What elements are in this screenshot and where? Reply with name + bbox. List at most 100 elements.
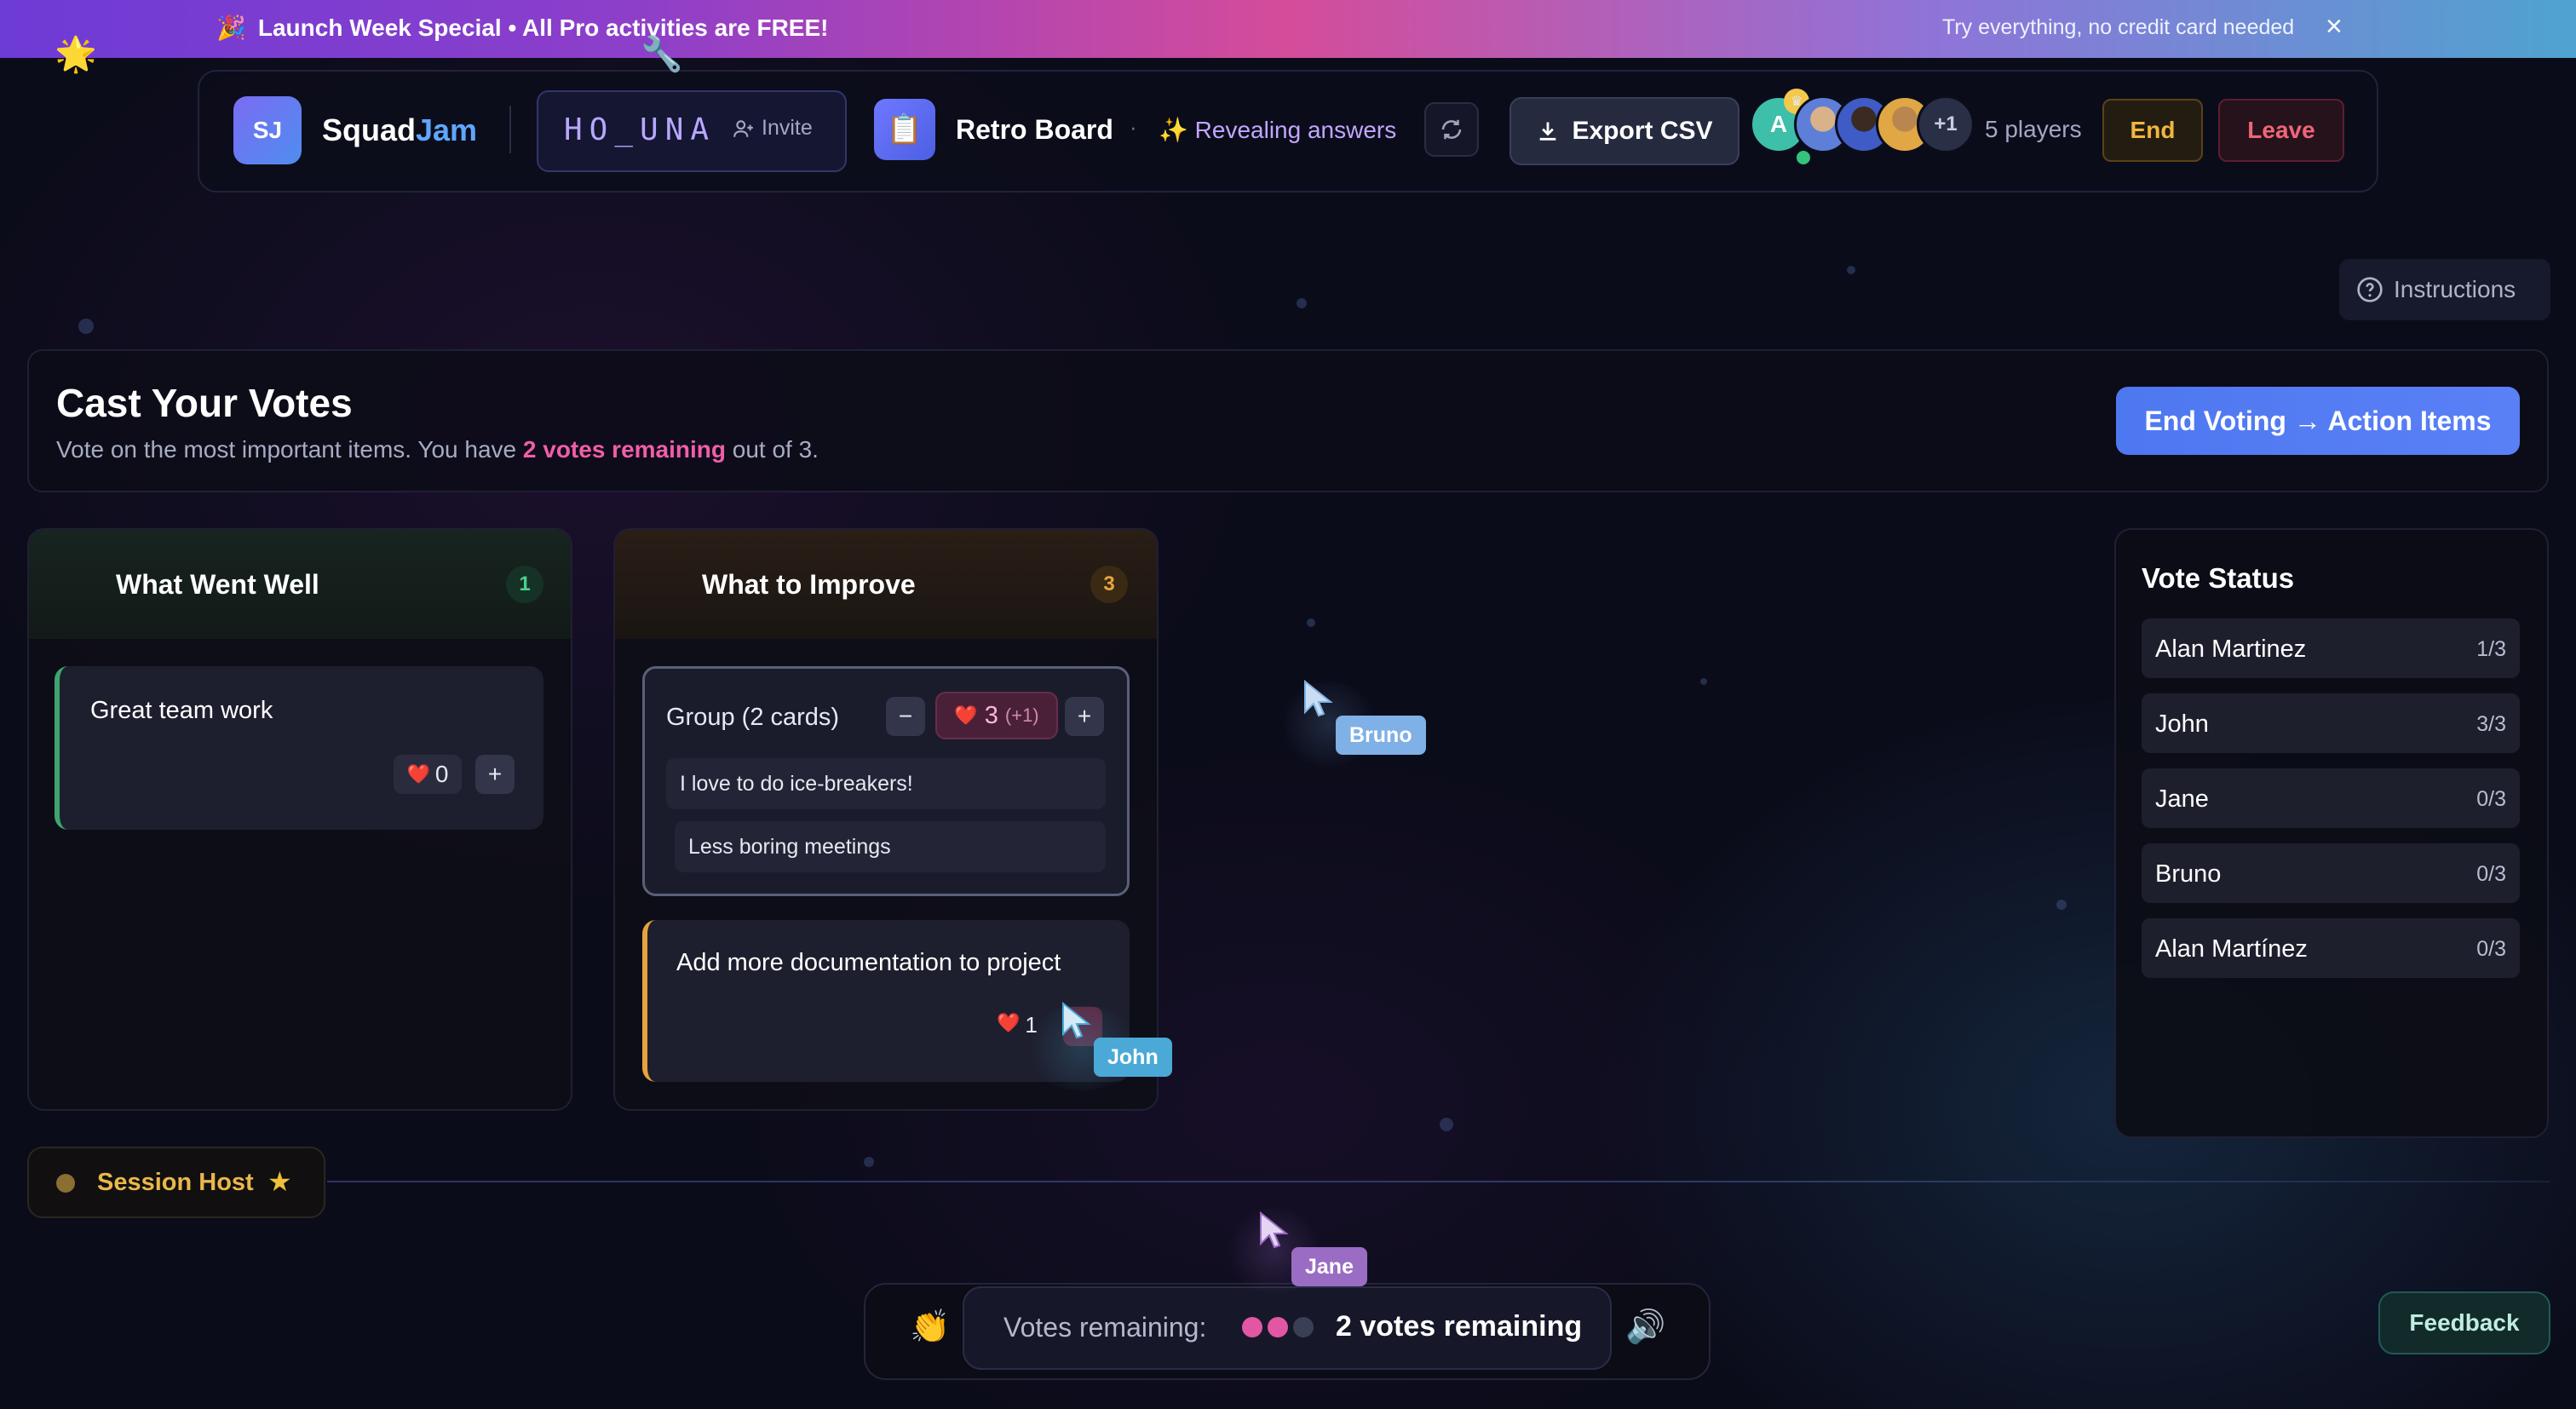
vote-status-title: Vote Status xyxy=(2142,562,2295,594)
player-name: Bruno xyxy=(2155,860,2222,888)
sparkles-icon: ✨ xyxy=(1159,117,1188,143)
wrench-icon: 🔧 xyxy=(641,36,683,73)
brand-part1: Squad xyxy=(322,112,417,147)
add-vote-button[interactable]: + xyxy=(1065,697,1104,736)
bg-dot xyxy=(1700,678,1707,685)
vote-number: 3 xyxy=(984,701,998,729)
votes-remaining-label: Votes remaining: xyxy=(1003,1312,1207,1343)
cursor-pointer-icon xyxy=(1260,1211,1289,1249)
group-item: Less boring meetings xyxy=(675,821,1106,872)
vote-dot-used xyxy=(1268,1317,1288,1337)
player-vote-count: 3/3 xyxy=(2476,712,2506,736)
add-user-icon xyxy=(733,119,753,137)
cursor-label: Jane xyxy=(1291,1247,1367,1286)
invite-button[interactable]: Invite xyxy=(733,116,813,141)
remove-vote-button[interactable]: − xyxy=(886,697,925,736)
group-vote-count: ❤️ 3 (+1) xyxy=(935,692,1058,739)
banner-right-text: Try everything, no credit card needed xyxy=(1942,15,2295,39)
vote-dot-empty xyxy=(1293,1317,1314,1337)
invite-label: Invite xyxy=(762,116,813,140)
brand-part2: Jam xyxy=(416,112,478,147)
subtitle-prefix: Vote on the most important items. You ha… xyxy=(56,436,523,463)
refresh-icon xyxy=(1441,119,1462,140)
speaker-icon[interactable]: 🔊 xyxy=(1625,1308,1665,1346)
board-title: Retro Board xyxy=(956,114,1113,145)
player-name: Alan Martinez xyxy=(2155,635,2307,663)
cursor-pointer-icon xyxy=(1062,1002,1091,1039)
export-csv-button[interactable]: Export CSV xyxy=(1509,97,1739,165)
logo-icon: SJ xyxy=(233,96,302,164)
column-count-badge: 1 xyxy=(506,566,543,603)
heart-icon: ❤️ xyxy=(954,704,978,726)
brand-name: SquadJam xyxy=(322,112,477,148)
add-vote-button[interactable]: + xyxy=(475,755,515,794)
room-code: HO_UNA xyxy=(564,112,716,147)
end-voting-button[interactable]: End Voting → Action Items xyxy=(2116,387,2520,455)
divider xyxy=(509,106,511,153)
player-vote-count: 0/3 xyxy=(2476,937,2506,961)
export-label: Export CSV xyxy=(1572,117,1713,145)
refresh-button[interactable] xyxy=(1424,102,1479,157)
party-icon: 🎉 xyxy=(216,14,246,41)
bg-dot xyxy=(1440,1118,1453,1131)
card-text: Add more documentation to project xyxy=(676,949,1061,976)
group-item: I love to do ice-breakers! xyxy=(666,758,1106,809)
instructions-button[interactable]: Instructions xyxy=(2339,259,2550,320)
phase-text: Revealing answers xyxy=(1194,117,1397,143)
status-row: Alan Martínez 0/3 xyxy=(2142,918,2520,978)
column-title: What Went Well xyxy=(116,569,319,600)
status-row: Bruno 0/3 xyxy=(2142,843,2520,903)
players-count: 5 players xyxy=(1985,116,2082,142)
vote-count: ❤️ 0 xyxy=(394,755,462,794)
heart-icon: ❤️ xyxy=(997,1012,1021,1033)
star-icon: 🌟 xyxy=(55,36,97,73)
votes-remaining-highlight: 2 votes remaining xyxy=(522,436,726,463)
help-icon xyxy=(2357,277,2383,302)
vote-number: 0 xyxy=(434,761,449,787)
card[interactable] xyxy=(55,666,543,830)
status-row: John 3/3 xyxy=(2142,693,2520,753)
session-host-label: Session Host xyxy=(97,1169,254,1196)
bg-dot xyxy=(1847,266,1855,274)
player-name: Jane xyxy=(2155,785,2209,813)
vote-dot-used xyxy=(1242,1317,1262,1337)
status-row: Alan Martinez 1/3 xyxy=(2142,618,2520,678)
separator-dot: · xyxy=(1130,114,1137,140)
divider-line xyxy=(327,1181,2550,1182)
bg-dot xyxy=(78,319,94,334)
player-name: Alan Martínez xyxy=(2155,935,2308,963)
cursor-label: John xyxy=(1094,1038,1172,1077)
bg-dot xyxy=(864,1157,874,1167)
column-count-badge: 3 xyxy=(1090,566,1128,603)
player-name: John xyxy=(2155,710,2209,738)
more-players-avatar[interactable]: +1 xyxy=(1917,95,1975,153)
card-text: Great team work xyxy=(90,697,273,724)
phase-status: ✨ Revealing answers xyxy=(1159,116,1396,144)
player-vote-count: 0/3 xyxy=(2476,862,2506,886)
end-button[interactable]: End xyxy=(2102,99,2203,162)
close-icon[interactable]: × xyxy=(2326,10,2343,43)
heart-icon: ❤️ xyxy=(406,763,430,785)
subtitle-suffix: out of 3. xyxy=(725,436,819,463)
bg-dot xyxy=(2056,900,2067,910)
player-vote-count: 1/3 xyxy=(2476,637,2506,661)
feedback-button[interactable]: Feedback xyxy=(2378,1291,2550,1354)
instructions-label: Instructions xyxy=(2394,276,2516,302)
leave-button[interactable]: Leave xyxy=(2218,99,2344,162)
star-icon: ★ xyxy=(267,1166,292,1197)
group-title: Group (2 cards) xyxy=(666,704,840,731)
cursor-pointer-icon xyxy=(1304,680,1333,717)
status-row: Jane 0/3 xyxy=(2142,768,2520,828)
clipboard-icon: 📋 xyxy=(874,99,935,160)
host-status-dot xyxy=(56,1174,75,1193)
votes-remaining-text: 2 votes remaining xyxy=(1336,1310,1583,1343)
voting-subtitle: Vote on the most important items. You ha… xyxy=(56,436,819,463)
my-votes: (+1) xyxy=(1004,704,1039,726)
clap-icon[interactable]: 👏 xyxy=(910,1308,950,1346)
column-title: What to Improve xyxy=(702,569,916,600)
cursor-label: Bruno xyxy=(1336,716,1426,755)
player-vote-count: 0/3 xyxy=(2476,787,2506,811)
bg-dot xyxy=(1297,298,1307,308)
download-icon xyxy=(1540,122,1556,141)
bg-dot xyxy=(1307,618,1315,627)
